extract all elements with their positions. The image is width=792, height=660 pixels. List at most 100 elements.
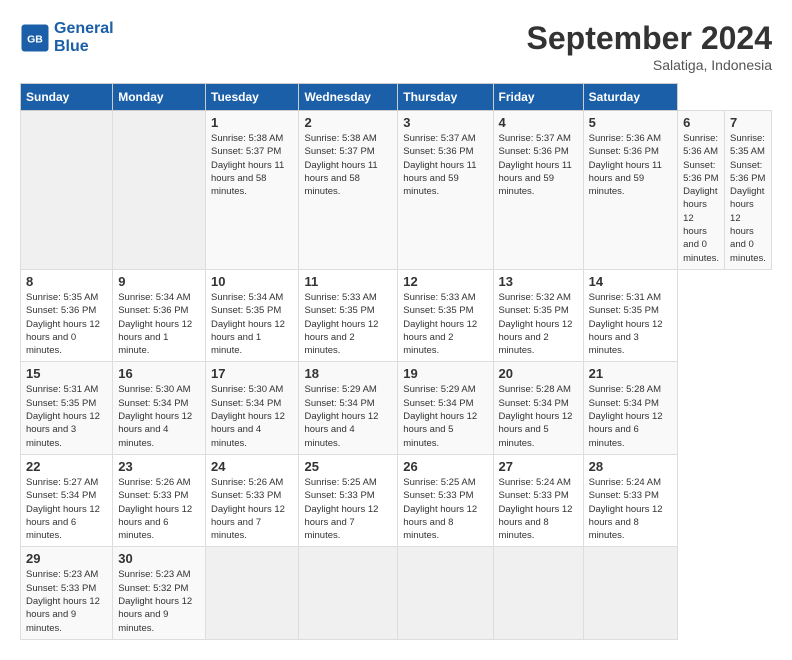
day-number: 28 [589,459,672,474]
day-number: 21 [589,366,672,381]
day-number: 29 [26,551,107,566]
day-info: Sunrise: 5:38 AM Sunset: 5:37 PM Dayligh… [304,132,392,198]
calendar-cell [398,547,493,639]
calendar-cell: 20 Sunrise: 5:28 AM Sunset: 5:34 PM Dayl… [493,362,583,454]
calendar-header-row: SundayMondayTuesdayWednesdayThursdayFrid… [21,84,772,111]
day-info: Sunrise: 5:31 AM Sunset: 5:35 PM Dayligh… [26,383,107,449]
day-info: Sunrise: 5:26 AM Sunset: 5:33 PM Dayligh… [118,476,200,542]
calendar-cell [583,547,677,639]
page-header: GB General Blue September 2024 Salatiga,… [20,20,772,73]
calendar-cell: 28 Sunrise: 5:24 AM Sunset: 5:33 PM Dayl… [583,454,677,546]
logo: GB General Blue [20,20,114,56]
location-subtitle: Salatiga, Indonesia [527,57,772,73]
calendar-cell: 23 Sunrise: 5:26 AM Sunset: 5:33 PM Dayl… [113,454,206,546]
day-info: Sunrise: 5:38 AM Sunset: 5:37 PM Dayligh… [211,132,293,198]
day-info: Sunrise: 5:25 AM Sunset: 5:33 PM Dayligh… [304,476,392,542]
calendar-cell: 19 Sunrise: 5:29 AM Sunset: 5:34 PM Dayl… [398,362,493,454]
day-number: 6 [683,115,719,130]
weekday-header: Tuesday [206,84,299,111]
day-info: Sunrise: 5:35 AM Sunset: 5:36 PM Dayligh… [26,291,107,357]
weekday-header: Sunday [21,84,113,111]
calendar-week-row: 8 Sunrise: 5:35 AM Sunset: 5:36 PM Dayli… [21,269,772,361]
calendar-cell: 5 Sunrise: 5:36 AM Sunset: 5:36 PM Dayli… [583,111,677,270]
weekday-header: Thursday [398,84,493,111]
day-number: 17 [211,366,293,381]
day-number: 22 [26,459,107,474]
day-number: 15 [26,366,107,381]
day-info: Sunrise: 5:27 AM Sunset: 5:34 PM Dayligh… [26,476,107,542]
calendar-cell: 4 Sunrise: 5:37 AM Sunset: 5:36 PM Dayli… [493,111,583,270]
day-number: 25 [304,459,392,474]
calendar-cell: 11 Sunrise: 5:33 AM Sunset: 5:35 PM Dayl… [299,269,398,361]
calendar-week-row: 15 Sunrise: 5:31 AM Sunset: 5:35 PM Dayl… [21,362,772,454]
day-info: Sunrise: 5:36 AM Sunset: 5:36 PM Dayligh… [683,132,719,265]
day-info: Sunrise: 5:24 AM Sunset: 5:33 PM Dayligh… [499,476,578,542]
day-info: Sunrise: 5:33 AM Sunset: 5:35 PM Dayligh… [304,291,392,357]
day-number: 13 [499,274,578,289]
calendar-cell: 10 Sunrise: 5:34 AM Sunset: 5:35 PM Dayl… [206,269,299,361]
calendar-cell: 26 Sunrise: 5:25 AM Sunset: 5:33 PM Dayl… [398,454,493,546]
day-number: 30 [118,551,200,566]
calendar-cell [206,547,299,639]
calendar-cell: 1 Sunrise: 5:38 AM Sunset: 5:37 PM Dayli… [206,111,299,270]
calendar-cell: 21 Sunrise: 5:28 AM Sunset: 5:34 PM Dayl… [583,362,677,454]
calendar-cell: 6 Sunrise: 5:36 AM Sunset: 5:36 PM Dayli… [678,111,725,270]
weekday-header: Friday [493,84,583,111]
title-block: September 2024 Salatiga, Indonesia [527,20,772,73]
day-number: 19 [403,366,487,381]
calendar-cell [493,547,583,639]
day-number: 24 [211,459,293,474]
day-info: Sunrise: 5:37 AM Sunset: 5:36 PM Dayligh… [403,132,487,198]
calendar-cell: 25 Sunrise: 5:25 AM Sunset: 5:33 PM Dayl… [299,454,398,546]
day-number: 20 [499,366,578,381]
day-info: Sunrise: 5:23 AM Sunset: 5:33 PM Dayligh… [26,568,107,634]
calendar-cell: 8 Sunrise: 5:35 AM Sunset: 5:36 PM Dayli… [21,269,113,361]
calendar-cell: 13 Sunrise: 5:32 AM Sunset: 5:35 PM Dayl… [493,269,583,361]
calendar-cell: 14 Sunrise: 5:31 AM Sunset: 5:35 PM Dayl… [583,269,677,361]
calendar-cell: 30 Sunrise: 5:23 AM Sunset: 5:32 PM Dayl… [113,547,206,639]
calendar-week-row: 29 Sunrise: 5:23 AM Sunset: 5:33 PM Dayl… [21,547,772,639]
day-info: Sunrise: 5:26 AM Sunset: 5:33 PM Dayligh… [211,476,293,542]
day-number: 2 [304,115,392,130]
day-info: Sunrise: 5:33 AM Sunset: 5:35 PM Dayligh… [403,291,487,357]
calendar-week-row: 22 Sunrise: 5:27 AM Sunset: 5:34 PM Dayl… [21,454,772,546]
logo-icon: GB [20,23,50,53]
calendar-cell [113,111,206,270]
day-number: 14 [589,274,672,289]
weekday-header: Saturday [583,84,677,111]
calendar-week-row: 1 Sunrise: 5:38 AM Sunset: 5:37 PM Dayli… [21,111,772,270]
calendar-cell: 3 Sunrise: 5:37 AM Sunset: 5:36 PM Dayli… [398,111,493,270]
calendar-body: 1 Sunrise: 5:38 AM Sunset: 5:37 PM Dayli… [21,111,772,640]
day-info: Sunrise: 5:34 AM Sunset: 5:36 PM Dayligh… [118,291,200,357]
day-info: Sunrise: 5:34 AM Sunset: 5:35 PM Dayligh… [211,291,293,357]
calendar-cell: 18 Sunrise: 5:29 AM Sunset: 5:34 PM Dayl… [299,362,398,454]
day-info: Sunrise: 5:23 AM Sunset: 5:32 PM Dayligh… [118,568,200,634]
calendar-cell: 2 Sunrise: 5:38 AM Sunset: 5:37 PM Dayli… [299,111,398,270]
calendar-cell: 22 Sunrise: 5:27 AM Sunset: 5:34 PM Dayl… [21,454,113,546]
calendar-cell: 24 Sunrise: 5:26 AM Sunset: 5:33 PM Dayl… [206,454,299,546]
logo-text: General Blue [54,20,114,56]
day-number: 16 [118,366,200,381]
day-number: 1 [211,115,293,130]
day-info: Sunrise: 5:37 AM Sunset: 5:36 PM Dayligh… [499,132,578,198]
svg-text:GB: GB [27,34,43,46]
day-number: 23 [118,459,200,474]
day-info: Sunrise: 5:29 AM Sunset: 5:34 PM Dayligh… [304,383,392,449]
day-info: Sunrise: 5:29 AM Sunset: 5:34 PM Dayligh… [403,383,487,449]
weekday-header: Monday [113,84,206,111]
month-title: September 2024 [527,20,772,57]
day-number: 4 [499,115,578,130]
day-info: Sunrise: 5:35 AM Sunset: 5:36 PM Dayligh… [730,132,766,265]
day-info: Sunrise: 5:31 AM Sunset: 5:35 PM Dayligh… [589,291,672,357]
day-number: 5 [589,115,672,130]
calendar-cell: 7 Sunrise: 5:35 AM Sunset: 5:36 PM Dayli… [725,111,772,270]
day-number: 26 [403,459,487,474]
day-info: Sunrise: 5:28 AM Sunset: 5:34 PM Dayligh… [499,383,578,449]
day-info: Sunrise: 5:28 AM Sunset: 5:34 PM Dayligh… [589,383,672,449]
day-info: Sunrise: 5:24 AM Sunset: 5:33 PM Dayligh… [589,476,672,542]
day-info: Sunrise: 5:32 AM Sunset: 5:35 PM Dayligh… [499,291,578,357]
day-number: 18 [304,366,392,381]
day-number: 8 [26,274,107,289]
weekday-header: Wednesday [299,84,398,111]
calendar-cell: 16 Sunrise: 5:30 AM Sunset: 5:34 PM Dayl… [113,362,206,454]
